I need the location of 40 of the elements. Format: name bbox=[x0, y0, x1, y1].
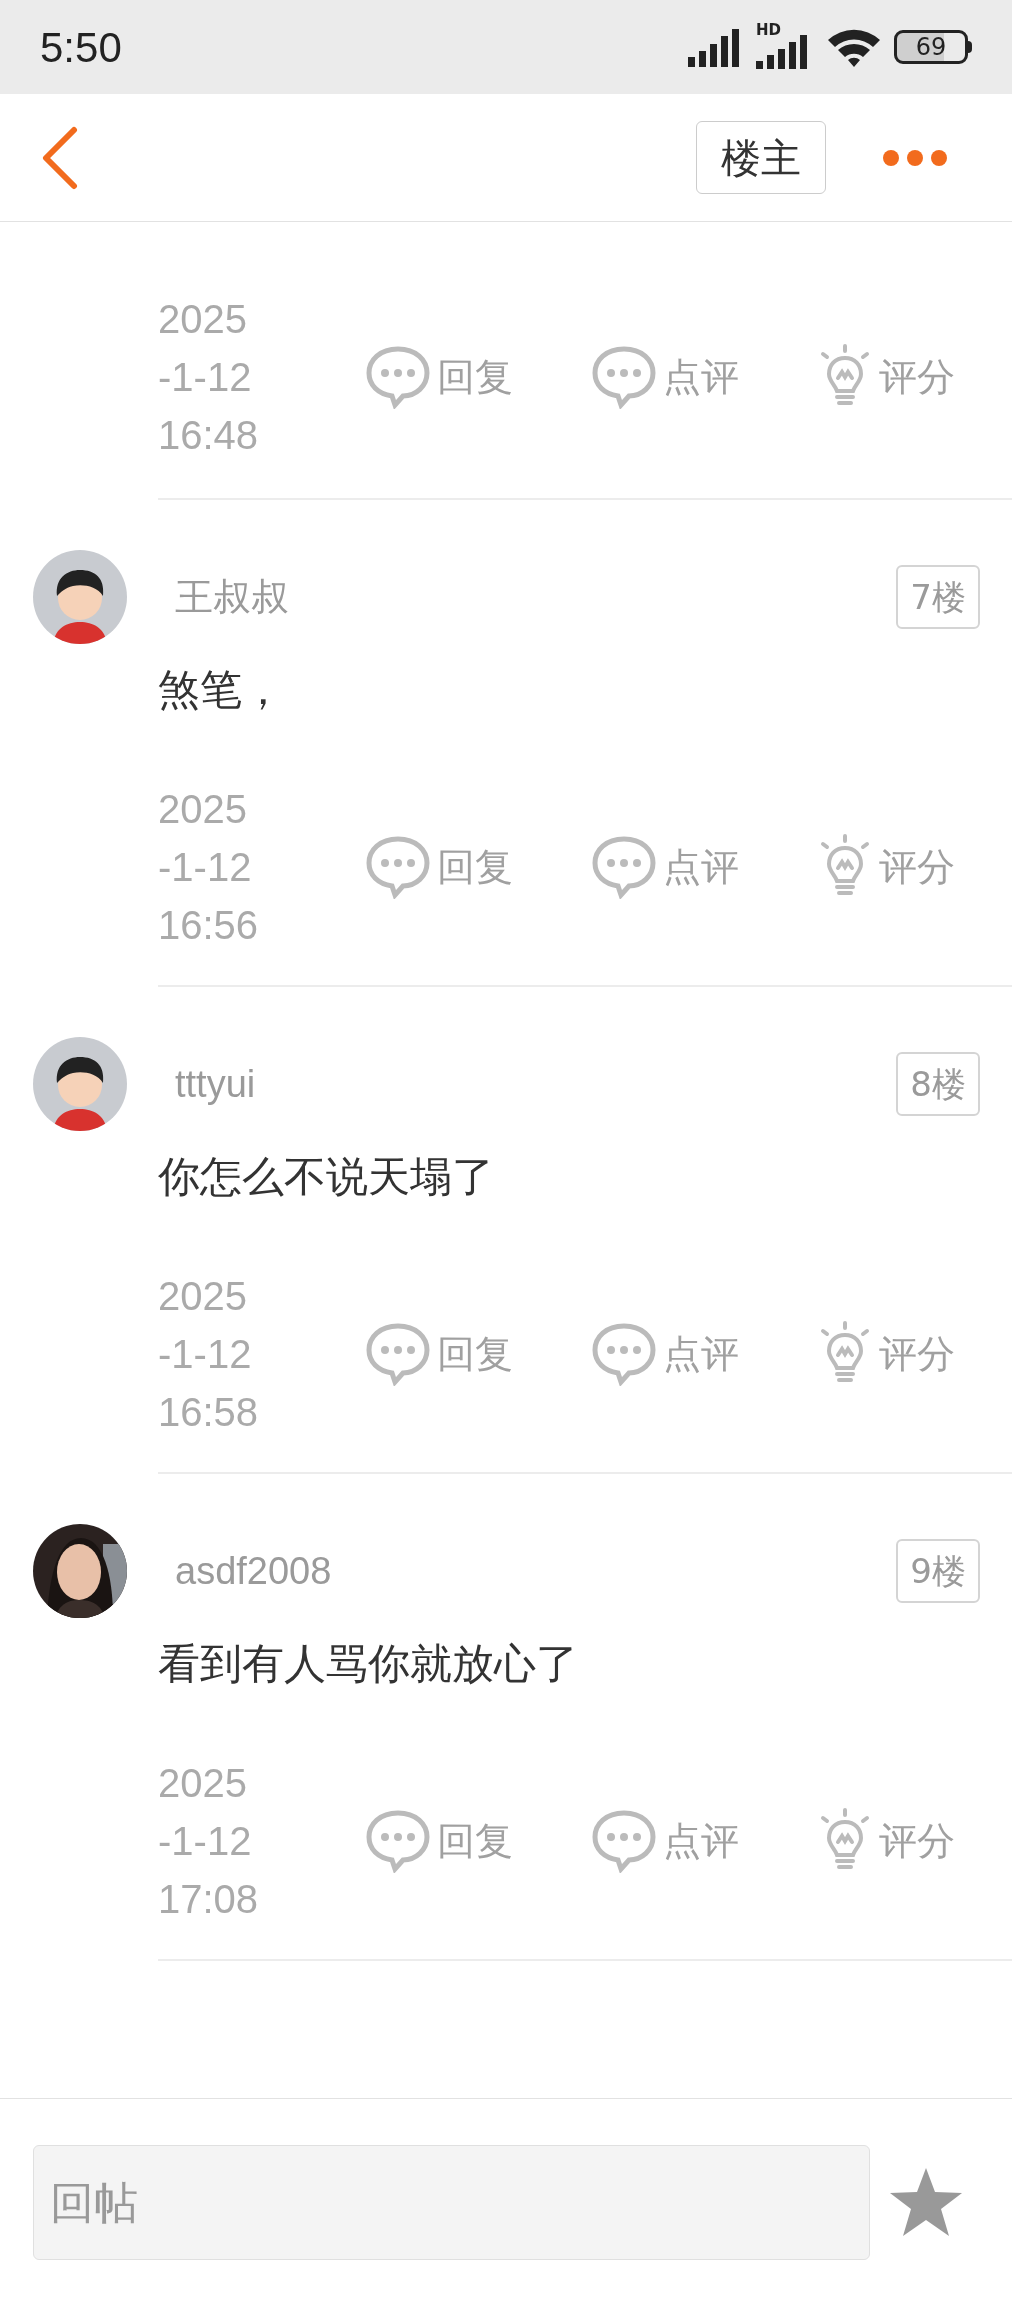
status-time: 5:50 bbox=[40, 22, 122, 73]
chat-bubble-icon bbox=[365, 1809, 431, 1873]
rate-link[interactable]: 评分 bbox=[879, 1812, 955, 1870]
post-text: 看到有人骂你就放心了 bbox=[158, 1638, 579, 1690]
back-icon[interactable] bbox=[40, 125, 80, 190]
chat-bubble-icon bbox=[365, 345, 431, 409]
chat-bubble-icon bbox=[365, 1322, 431, 1386]
more-icon[interactable] bbox=[882, 148, 948, 167]
floor-number: 8楼 bbox=[896, 1052, 980, 1116]
floor-number: 7楼 bbox=[896, 565, 980, 629]
username[interactable]: 王叔叔 bbox=[175, 568, 289, 626]
comment-link[interactable]: 点评 bbox=[663, 1812, 739, 1870]
chat-bubble-icon bbox=[591, 345, 657, 409]
rate-link[interactable]: 评分 bbox=[879, 1325, 955, 1383]
comment-link[interactable]: 点评 bbox=[663, 348, 739, 406]
reply-link[interactable]: 回复 bbox=[437, 1812, 513, 1870]
username[interactable]: asdf2008 bbox=[175, 1542, 332, 1600]
chat-bubble-icon bbox=[591, 835, 657, 899]
post-time: 2025 -1-12 17:08 bbox=[158, 1760, 260, 1923]
star-icon[interactable] bbox=[888, 2166, 964, 2238]
reply-link[interactable]: 回复 bbox=[437, 1325, 513, 1383]
chat-bubble-icon bbox=[591, 1322, 657, 1386]
reply-field[interactable]: 回帖 bbox=[33, 2144, 870, 2260]
chat-bubble-icon bbox=[591, 1809, 657, 1873]
post-time: 2025 -1-12 16:58 bbox=[158, 1273, 260, 1436]
post-time: 2025 -1-12 16:48 bbox=[158, 296, 260, 459]
post-time: 2025 -1-12 16:56 bbox=[158, 786, 260, 949]
author-filter-button[interactable]: 楼主 bbox=[696, 121, 826, 194]
reply-link[interactable]: 回复 bbox=[437, 838, 513, 896]
network-label: HD bbox=[756, 20, 781, 41]
rate-link[interactable]: 评分 bbox=[879, 838, 955, 896]
floor-number: 9楼 bbox=[896, 1539, 980, 1603]
reply-link[interactable]: 回复 bbox=[437, 348, 513, 406]
post-text: 你怎么不说天塌了 bbox=[158, 1151, 495, 1203]
rate-link[interactable]: 评分 bbox=[879, 348, 955, 406]
comment-link[interactable]: 点评 bbox=[663, 838, 739, 896]
chat-bubble-icon bbox=[365, 835, 431, 899]
username[interactable]: tttyui bbox=[175, 1055, 256, 1113]
post-text: 煞笔， bbox=[158, 664, 285, 716]
comment-link[interactable]: 点评 bbox=[663, 1325, 739, 1383]
